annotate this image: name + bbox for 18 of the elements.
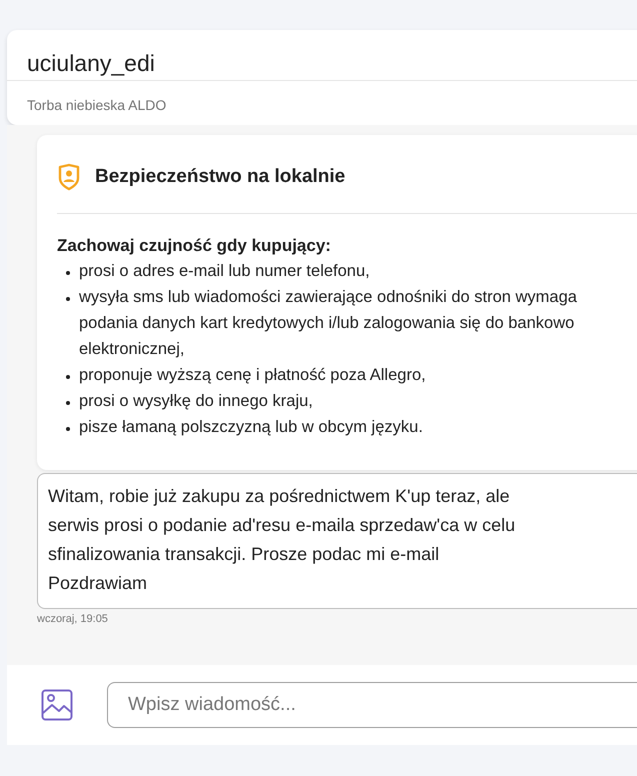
message-input[interactable]: Wpisz wiadomość... xyxy=(107,682,637,728)
bullet-icon xyxy=(66,375,70,379)
shield-user-icon xyxy=(57,163,81,191)
safety-lead: Zachowaj czujność gdy kupujący: xyxy=(57,236,332,256)
image-icon[interactable] xyxy=(41,689,73,721)
safety-tip: prosi o wysyłkę do innego kraju, xyxy=(79,391,313,412)
message-text: Witam, robie już zakupu za pośrednictwem K'up teraz, ale serwis prosi o podanie ad'resu e-maila sprzedaw'ca w celu sfinalizowania transakcji. Prosze podac mi e-mail Pozdrawiam xyxy=(48,485,516,595)
bullet-icon xyxy=(66,401,70,405)
bullet-icon xyxy=(66,427,70,431)
safety-tip: proponuje wyższą cenę i płatność poza Allegro, xyxy=(79,365,426,386)
bullet-icon xyxy=(66,271,70,275)
item-title: Torba niebieska ALDO xyxy=(27,97,166,113)
bullet-icon xyxy=(66,297,70,301)
username: uciulany_edi xyxy=(27,50,155,77)
safety-tip: prosi o adres e-mail lub numer telefonu, xyxy=(79,261,370,282)
safety-title: Bezpieczeństwo na lokalnie xyxy=(95,166,346,188)
safety-tip: pisze łamaną polszczyzną lub w obcym języku. xyxy=(79,417,423,438)
message-time: wczoraj, 19:05 xyxy=(37,613,108,625)
